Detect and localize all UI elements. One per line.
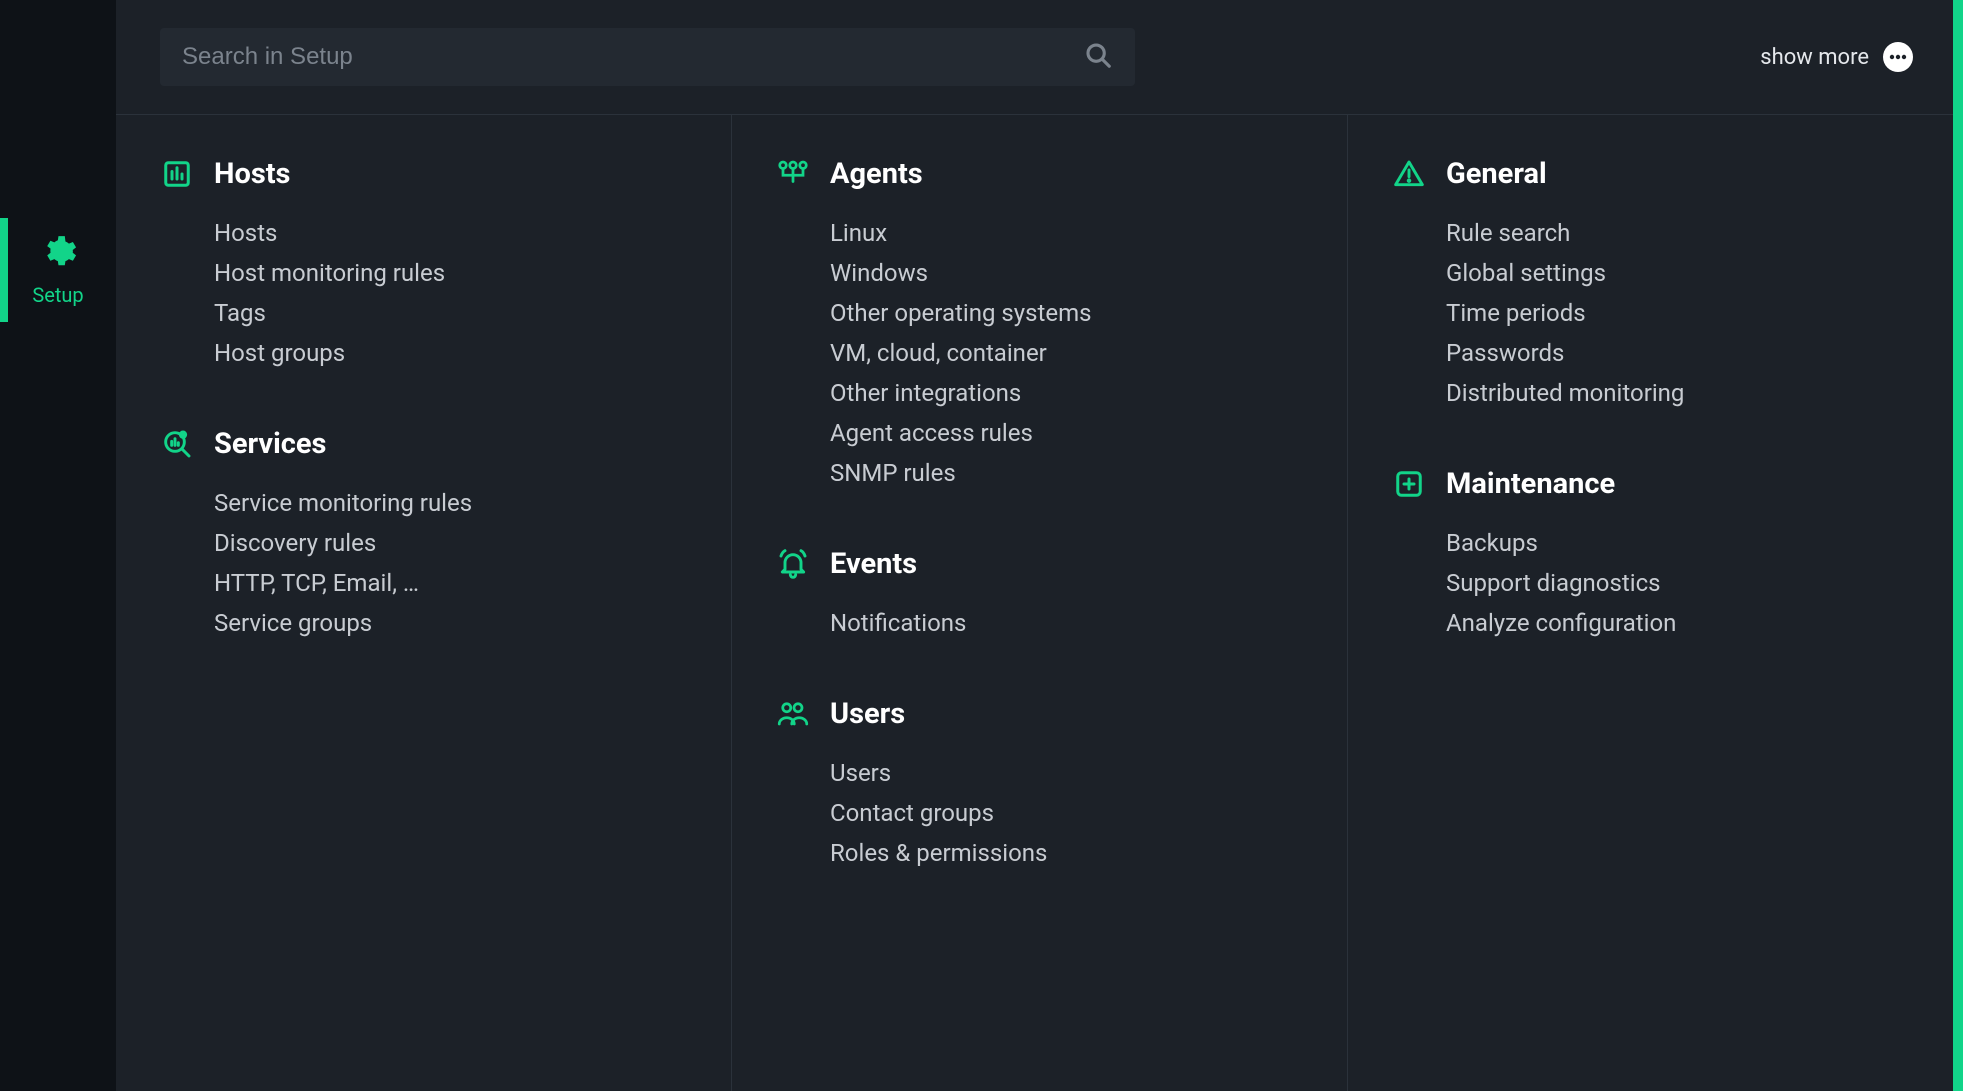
section-title: General	[1446, 157, 1547, 191]
column-2: General Rule searchGlobal settingsTime pe…	[1348, 115, 1963, 1091]
network-icon	[776, 157, 810, 191]
search-wrap[interactable]	[160, 28, 1135, 86]
section-items: Rule searchGlobal settingsTime periodsPa…	[1392, 213, 1919, 413]
menu-item-agent-access-rules[interactable]: Agent access rules	[830, 413, 1303, 453]
menu-item-global-settings[interactable]: Global settings	[1446, 253, 1919, 293]
section-title: Maintenance	[1446, 467, 1615, 501]
section-head: General	[1392, 157, 1919, 191]
menu-item-users[interactable]: Users	[830, 753, 1303, 793]
menu-item-service-groups[interactable]: Service groups	[214, 603, 687, 643]
column-1: Agents LinuxWindowsOther operating system…	[732, 115, 1348, 1091]
section-events: Events Notifications	[776, 547, 1303, 643]
sidebar-item-setup[interactable]: Setup	[0, 218, 116, 322]
chart-box-icon	[160, 157, 194, 191]
menu-item-service-monitoring-rules[interactable]: Service monitoring rules	[214, 483, 687, 523]
menu-item-vm-cloud-container[interactable]: VM, cloud, container	[830, 333, 1303, 373]
users-icon	[776, 697, 810, 731]
menu-item-snmp-rules[interactable]: SNMP rules	[830, 453, 1303, 493]
menu-item-http-tcp-email[interactable]: HTTP, TCP, Email, …	[214, 563, 687, 603]
magnify-chart-icon	[160, 427, 194, 461]
app-root: Setup show more	[0, 0, 1963, 1091]
menu-item-windows[interactable]: Windows	[830, 253, 1303, 293]
show-more-button[interactable]: show more	[1760, 42, 1913, 72]
section-services: Services Service monitoring rulesDiscover…	[160, 427, 687, 643]
section-title: Agents	[830, 157, 923, 191]
sidebar-rail: Setup	[0, 0, 116, 1091]
section-maintenance: Maintenance BackupsSupport diagnosticsAna…	[1392, 467, 1919, 643]
section-items: HostsHost monitoring rulesTagsHost group…	[160, 213, 687, 373]
menu-item-host-groups[interactable]: Host groups	[214, 333, 687, 373]
section-title: Hosts	[214, 157, 290, 191]
search-icon	[1083, 40, 1113, 74]
section-title: Users	[830, 697, 905, 731]
search-input[interactable]	[182, 43, 1083, 71]
section-items: Service monitoring rulesDiscovery rulesH…	[160, 483, 687, 643]
menu-item-backups[interactable]: Backups	[1446, 523, 1919, 563]
bell-icon	[776, 547, 810, 581]
menu-item-support-diagnostics[interactable]: Support diagnostics	[1446, 563, 1919, 603]
section-agents: Agents LinuxWindowsOther operating system…	[776, 157, 1303, 493]
section-head: Agents	[776, 157, 1303, 191]
accent-right-bar	[1953, 0, 1963, 1091]
section-items: LinuxWindowsOther operating systemsVM, c…	[776, 213, 1303, 493]
section-items: UsersContact groupsRoles & permissions	[776, 753, 1303, 873]
ellipsis-icon	[1883, 42, 1913, 72]
warning-icon	[1392, 157, 1426, 191]
section-items: BackupsSupport diagnosticsAnalyze config…	[1392, 523, 1919, 643]
menu-item-tags[interactable]: Tags	[214, 293, 687, 333]
menu-item-host-monitoring-rules[interactable]: Host monitoring rules	[214, 253, 687, 293]
menu-item-other-operating-systems[interactable]: Other operating systems	[830, 293, 1303, 333]
menu-item-linux[interactable]: Linux	[830, 213, 1303, 253]
columns: HostsHostsHost monitoring rulesTagsHost …	[116, 114, 1963, 1091]
sidebar-item-label: Setup	[32, 283, 83, 307]
section-general: General Rule searchGlobal settingsTime pe…	[1392, 157, 1919, 413]
topbar: show more	[116, 0, 1963, 114]
plus-box-icon	[1392, 467, 1426, 501]
menu-item-passwords[interactable]: Passwords	[1446, 333, 1919, 373]
menu-item-hosts[interactable]: Hosts	[214, 213, 687, 253]
menu-item-discovery-rules[interactable]: Discovery rules	[214, 523, 687, 563]
menu-item-rule-search[interactable]: Rule search	[1446, 213, 1919, 253]
column-0: HostsHostsHost monitoring rulesTagsHost …	[116, 115, 732, 1091]
menu-item-time-periods[interactable]: Time periods	[1446, 293, 1919, 333]
section-head: Events	[776, 547, 1303, 581]
section-head: Maintenance	[1392, 467, 1919, 501]
main-panel: show more HostsHostsHost monitoring rule…	[116, 0, 1963, 1091]
section-users: UsersUsersContact groupsRoles & permissi…	[776, 697, 1303, 873]
section-title: Services	[214, 427, 326, 461]
section-title: Events	[830, 547, 917, 581]
gear-icon	[39, 233, 77, 275]
section-head: Hosts	[160, 157, 687, 191]
menu-item-roles-permissions[interactable]: Roles & permissions	[830, 833, 1303, 873]
show-more-label: show more	[1760, 45, 1869, 70]
section-head: Users	[776, 697, 1303, 731]
section-head: Services	[160, 427, 687, 461]
menu-item-other-integrations[interactable]: Other integrations	[830, 373, 1303, 413]
menu-item-distributed-monitoring[interactable]: Distributed monitoring	[1446, 373, 1919, 413]
menu-item-analyze-configuration[interactable]: Analyze configuration	[1446, 603, 1919, 643]
section-items: Notifications	[776, 603, 1303, 643]
section-hosts: HostsHostsHost monitoring rulesTagsHost …	[160, 157, 687, 373]
menu-item-notifications[interactable]: Notifications	[830, 603, 1303, 643]
menu-item-contact-groups[interactable]: Contact groups	[830, 793, 1303, 833]
